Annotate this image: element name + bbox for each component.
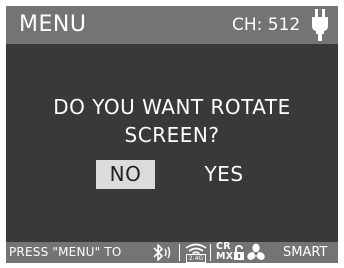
lock-icon	[234, 245, 244, 260]
yes-option-button[interactable]: YES	[199, 160, 249, 189]
wifi-band-badge: 2.4G	[186, 254, 206, 263]
rotate-screen-question: DO YOU WANT ROTATE SCREEN?	[6, 93, 338, 149]
plug-icon	[312, 9, 328, 41]
wifi-icon	[185, 243, 207, 254]
no-option-button[interactable]: NO	[96, 160, 155, 189]
menu-title: MENU	[19, 12, 87, 37]
question-line-1: DO YOU WANT ROTATE	[53, 95, 291, 119]
fan-icon	[247, 243, 265, 260]
channel-indicator: CH: 512	[232, 15, 301, 35]
header-bar: MENU CH: 512	[6, 6, 338, 44]
fan-mode-label: SMART	[283, 245, 328, 260]
bluetooth-icon	[153, 244, 171, 261]
status-bar: PRESS "MENU" TO 2.4G CR MX SMART	[6, 242, 338, 263]
device-screen: MENU CH: 512 DO YOU WANT ROTATE SCREEN? …	[6, 6, 338, 263]
divider	[210, 244, 211, 261]
divider	[179, 244, 180, 261]
menu-hint-text: PRESS "MENU" TO	[9, 245, 122, 259]
question-line-2: SCREEN?	[124, 123, 220, 147]
